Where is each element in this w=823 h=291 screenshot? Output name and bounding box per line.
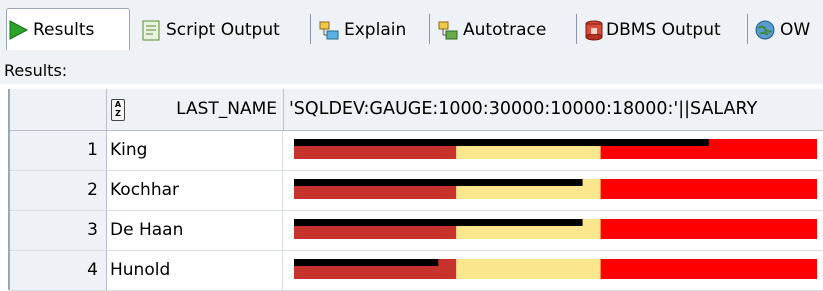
row-number-header — [10, 89, 107, 131]
tab-owa-output[interactable]: OW — [754, 12, 810, 48]
tab-separator — [747, 14, 748, 44]
table-row[interactable]: 3 De Haan — [10, 211, 823, 251]
gauge-mid-band — [456, 259, 601, 279]
tab-autotrace[interactable]: Autotrace — [437, 12, 546, 48]
salary-gauge — [294, 139, 817, 159]
row-number-cell: 3 — [10, 211, 107, 250]
script-icon — [140, 19, 162, 41]
salary-gauge-cell[interactable] — [284, 211, 823, 250]
last-name-cell[interactable]: Kochhar — [107, 171, 283, 210]
gauge-value-bar — [294, 259, 439, 266]
tab-script-output-label: Script Output — [166, 20, 280, 40]
column-header-last-name[interactable]: AZ LAST_NAME — [107, 89, 284, 131]
owa-icon — [754, 19, 776, 41]
play-icon — [7, 19, 29, 41]
gauge-value-bar — [294, 139, 709, 146]
column-header-last-name-label: LAST_NAME — [176, 99, 277, 119]
column-header-gauge[interactable]: 'SQLDEV:GAUGE:1000:30000:10000:18000:'||… — [284, 89, 823, 131]
table-row[interactable]: 4 Hunold — [10, 251, 823, 291]
autotrace-icon — [437, 19, 459, 41]
tab-owa-output-label: OW — [780, 20, 811, 40]
results-label-bar: Results: — [0, 58, 823, 84]
results-grid[interactable]: AZ LAST_NAME 'SQLDEV:GAUGE:1000:30000:10… — [8, 89, 823, 291]
tab-autotrace-label: Autotrace — [463, 20, 547, 40]
gauge-value-bar — [294, 179, 583, 186]
tab-explain[interactable]: Explain — [318, 12, 406, 48]
sort-az-icon[interactable]: AZ — [111, 99, 125, 121]
tab-results-label: Results — [33, 19, 95, 40]
salary-gauge-cell[interactable] — [284, 251, 823, 290]
tab-separator — [310, 14, 311, 44]
salary-gauge-cell[interactable] — [284, 171, 823, 210]
tab-explain-label: Explain — [344, 20, 407, 40]
gauge-high-band — [600, 219, 817, 239]
tab-script-output[interactable]: Script Output — [140, 12, 280, 48]
table-row[interactable]: 1 King — [10, 131, 823, 171]
results-tab-strip: Results Script Output Explain Autotrace — [0, 0, 823, 58]
column-header-gauge-label: 'SQLDEV:GAUGE:1000:30000:10000:18000:'||… — [289, 99, 758, 119]
row-number-cell: 4 — [10, 251, 107, 290]
last-name-cell[interactable]: De Haan — [107, 211, 283, 250]
dbms-icon — [583, 19, 605, 41]
salary-gauge-cell[interactable] — [284, 131, 823, 170]
tab-separator — [429, 14, 430, 44]
explain-icon — [318, 19, 340, 41]
gauge-high-band — [600, 259, 817, 279]
salary-gauge — [294, 219, 817, 239]
results-label: Results: — [4, 61, 68, 80]
row-number-cell: 2 — [10, 171, 107, 210]
last-name-cell[interactable]: King — [107, 131, 283, 170]
row-number-cell: 1 — [10, 131, 107, 170]
salary-gauge — [294, 179, 817, 199]
last-name-cell[interactable]: Hunold — [107, 251, 283, 290]
salary-gauge — [294, 259, 817, 279]
tab-separator — [576, 14, 577, 44]
tab-dbms-output[interactable]: DBMS Output — [583, 12, 721, 48]
tab-results[interactable]: Results — [6, 8, 130, 50]
query-results-panel: Results Script Output Explain Autotrace — [0, 0, 823, 291]
tab-dbms-output-label: DBMS Output — [606, 20, 721, 40]
table-row[interactable]: 2 Kochhar — [10, 171, 823, 211]
gauge-value-bar — [294, 219, 583, 226]
gauge-high-band — [600, 179, 817, 199]
